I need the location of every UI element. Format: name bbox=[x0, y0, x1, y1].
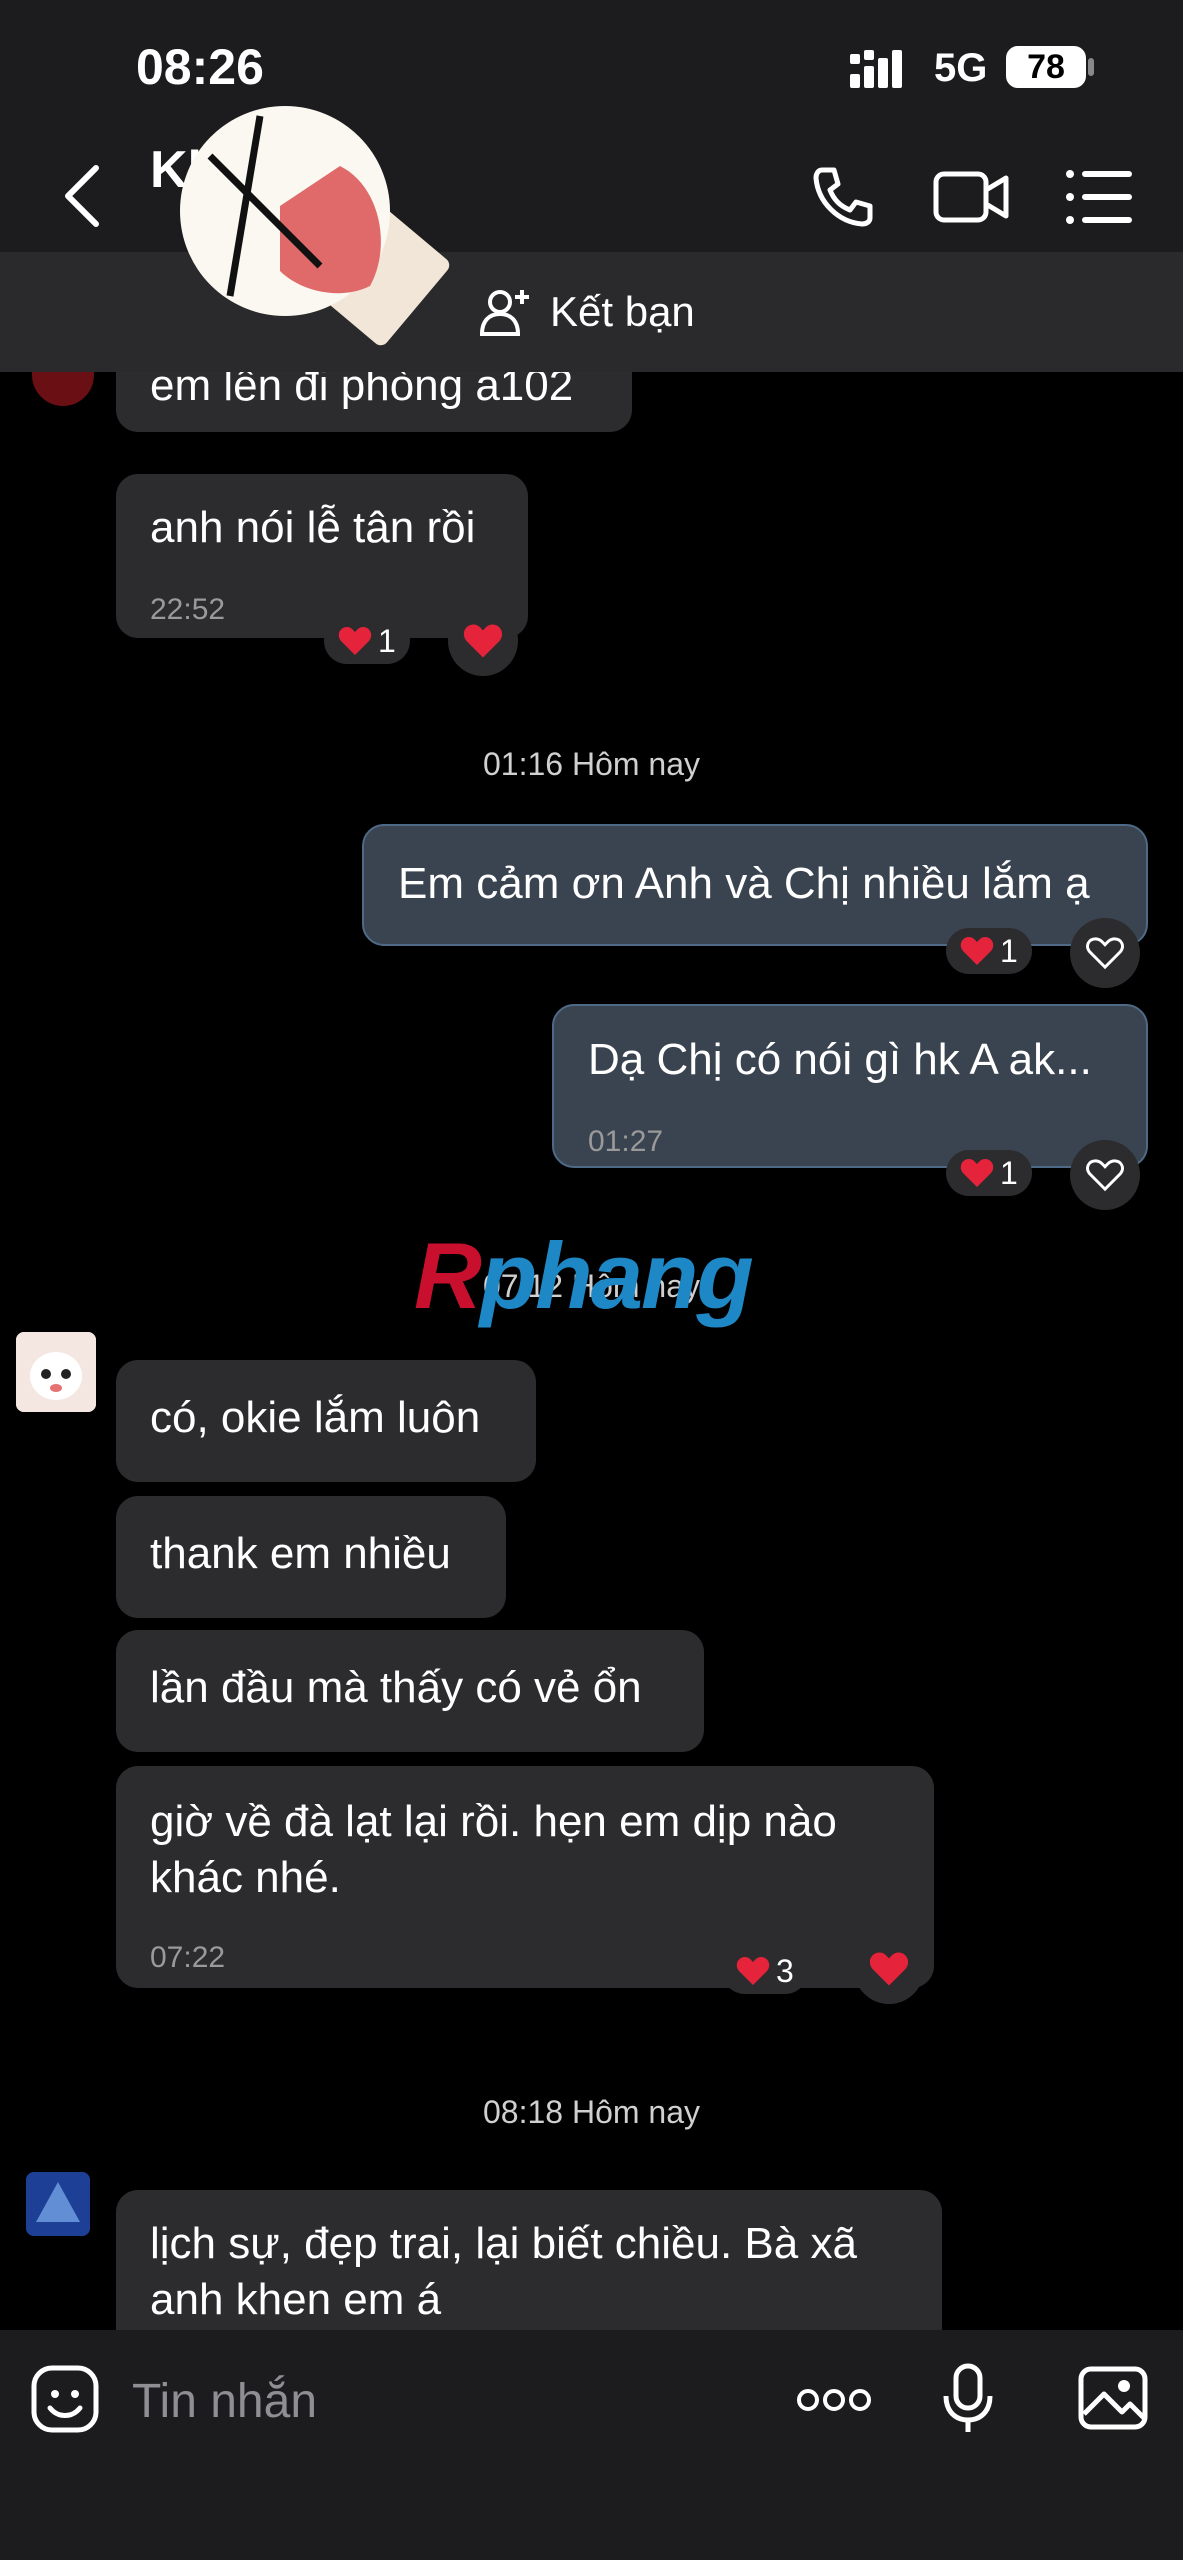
message-text: thank em nhiều bbox=[150, 1529, 451, 1578]
message-input[interactable] bbox=[130, 2366, 734, 2436]
image-gallery-icon[interactable] bbox=[1078, 2366, 1148, 2430]
message-text: em lên đi phòng a102 bbox=[150, 372, 574, 410]
more-options-icon[interactable] bbox=[796, 2382, 872, 2418]
message-text: khác nhé. bbox=[150, 1853, 341, 1902]
microphone-icon[interactable] bbox=[940, 2362, 996, 2436]
reaction-count: 1 bbox=[378, 622, 396, 659]
reaction-badge[interactable]: 1 bbox=[946, 1150, 1032, 1196]
message-text: lần đầu mà thấy có vẻ ổn bbox=[150, 1663, 642, 1712]
add-user-icon bbox=[480, 290, 529, 336]
watermark: Rphang bbox=[414, 1223, 754, 1328]
message-time: 07:22 bbox=[150, 1941, 226, 1974]
reaction-badge[interactable]: 1 bbox=[324, 618, 410, 664]
heart-icon bbox=[869, 1952, 909, 1986]
reaction-badge[interactable]: 3 bbox=[722, 1948, 808, 1994]
message-text: Dạ Chị có nói gì hk A ak... bbox=[588, 1035, 1092, 1084]
phone-call-icon[interactable] bbox=[808, 162, 878, 232]
sender-avatar[interactable] bbox=[32, 372, 94, 406]
message-text: Em cảm ơn Anh và Chị nhiều lắm ạ bbox=[398, 859, 1090, 908]
heart-outline-icon bbox=[1086, 937, 1124, 970]
add-friend-label: Kết bạn bbox=[550, 288, 695, 335]
composer bbox=[0, 2330, 1183, 2560]
message-text: anh nói lễ tân rồi bbox=[150, 503, 476, 552]
message-bubble[interactable]: em lên đi phòng a102 bbox=[116, 372, 632, 432]
heart-icon bbox=[736, 1957, 770, 1985]
date-separator: 08:18 Hôm nay bbox=[482, 2094, 700, 2130]
react-button[interactable] bbox=[854, 1934, 924, 2004]
reaction-count: 1 bbox=[1000, 932, 1018, 969]
network-type: 5G bbox=[934, 46, 988, 90]
message-bubble[interactable]: lần đầu mà thấy có vẻ ổn bbox=[116, 1630, 704, 1752]
reaction-count: 3 bbox=[776, 1952, 794, 1989]
message-bubble[interactable]: lịch sự, đẹp trai, lại biết chiều. Bà xã… bbox=[116, 2190, 942, 2330]
react-button[interactable] bbox=[1070, 918, 1140, 988]
message-bubble-outgoing[interactable]: Em cảm ơn Anh và Chị nhiều lắm ạ bbox=[362, 824, 1148, 946]
sender-avatar[interactable] bbox=[26, 2172, 90, 2236]
message-bubble[interactable]: thank em nhiều bbox=[116, 1496, 506, 1618]
battery-icon bbox=[1088, 58, 1094, 76]
react-button[interactable] bbox=[1070, 1140, 1140, 1210]
reaction-badge[interactable]: 1 bbox=[946, 928, 1032, 974]
react-button[interactable] bbox=[448, 606, 518, 676]
reaction-count: 1 bbox=[1000, 1154, 1018, 1191]
message-text: giờ về đà lạt lại rồi. hẹn em dịp nào bbox=[150, 1797, 837, 1846]
message-text: anh khen em á bbox=[150, 2275, 442, 2324]
signal-icon bbox=[850, 50, 902, 88]
back-icon[interactable] bbox=[56, 160, 116, 232]
sender-avatar[interactable] bbox=[16, 1332, 96, 1412]
heart-icon bbox=[960, 1159, 994, 1187]
heart-icon bbox=[463, 624, 503, 658]
message-text: lịch sự, đẹp trai, lại biết chiều. Bà xã bbox=[150, 2219, 857, 2268]
cartoon-avatar-icon bbox=[16, 1332, 96, 1412]
message-bubble[interactable]: giờ về đà lạt lại rồi. hẹn em dịp nào kh… bbox=[116, 1766, 934, 1988]
message-bubble-outgoing[interactable]: Dạ Chị có nói gì hk A ak... 01:27 bbox=[552, 1004, 1148, 1168]
heart-outline-icon bbox=[1086, 1159, 1124, 1192]
message-text: có, okie lắm luôn bbox=[150, 1393, 481, 1442]
heart-icon bbox=[338, 627, 372, 655]
battery-level: 78 bbox=[1006, 46, 1086, 88]
contact-avatar[interactable] bbox=[170, 96, 450, 356]
message-list[interactable]: em lên đi phòng a102 anh nói lễ tân rồi … bbox=[0, 372, 1183, 2330]
add-friend-button[interactable]: Kết bạn bbox=[480, 280, 695, 344]
menu-icon[interactable] bbox=[1064, 166, 1134, 228]
avatar-image-icon bbox=[26, 2172, 90, 2236]
video-call-icon[interactable] bbox=[932, 162, 1010, 232]
message-bubble[interactable]: có, okie lắm luôn bbox=[116, 1360, 536, 1482]
heart-icon bbox=[960, 937, 994, 965]
message-time: 01:27 bbox=[588, 1125, 664, 1158]
date-separator: 01:16 Hôm nay bbox=[482, 746, 700, 782]
clock: 08:26 bbox=[136, 39, 264, 95]
sticker-icon[interactable] bbox=[30, 2364, 100, 2434]
message-time: 22:52 bbox=[150, 593, 226, 626]
